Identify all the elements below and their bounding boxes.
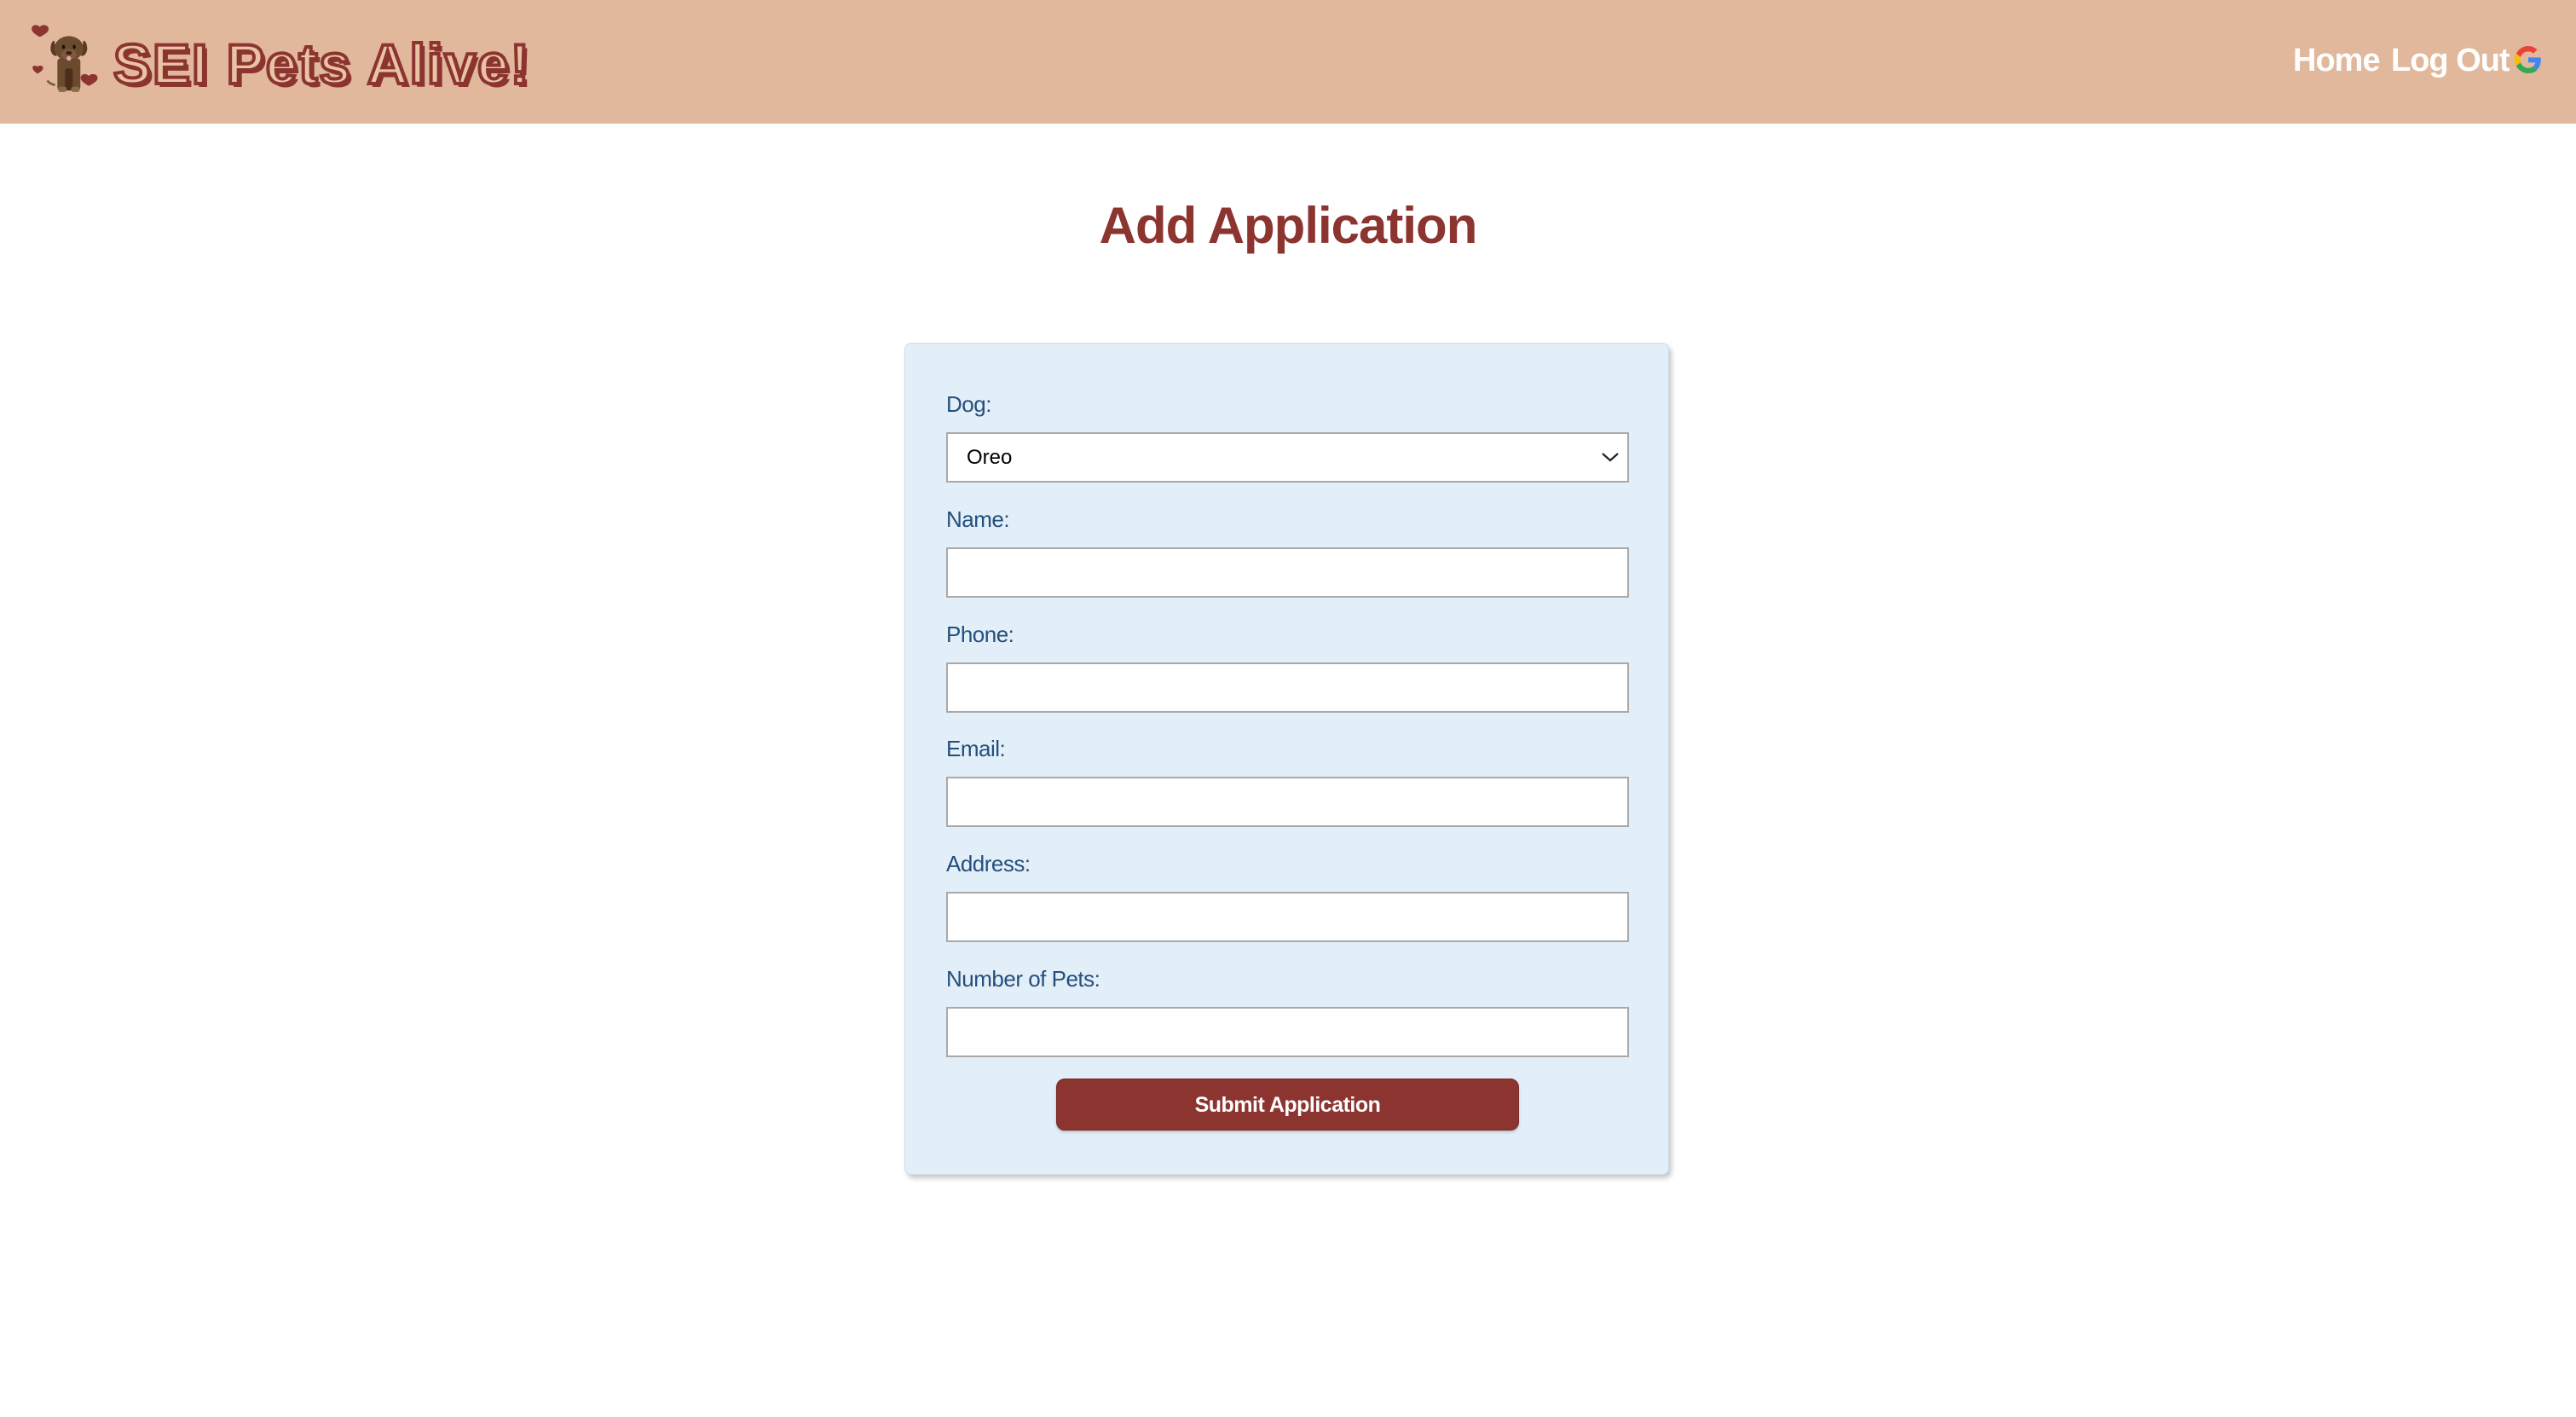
- chevron-down-icon: [1602, 453, 1619, 462]
- email-label: Email:: [946, 736, 1006, 761]
- number-of-pets-input[interactable]: [946, 1007, 1629, 1057]
- nav-home-link[interactable]: Home: [2293, 39, 2381, 82]
- address-input[interactable]: [946, 892, 1629, 942]
- dog-select-value: Oreo: [967, 446, 1013, 469]
- email-input[interactable]: [946, 777, 1629, 827]
- name-input[interactable]: [946, 547, 1629, 598]
- phone-label: Phone:: [946, 622, 1014, 647]
- dog-select[interactable]: Oreo: [946, 432, 1629, 483]
- application-form: Dog: Oreo Name: Phone: Email: Address: N…: [904, 343, 1669, 1175]
- phone-input[interactable]: [946, 662, 1629, 713]
- brand-title[interactable]: SEI Pets Alive!: [112, 26, 531, 102]
- google-icon[interactable]: [2515, 46, 2542, 73]
- address-label: Address:: [946, 851, 1031, 876]
- submit-application-button[interactable]: Submit Application: [1056, 1079, 1519, 1131]
- navbar: SEI Pets Alive! Home Log Out: [0, 0, 2576, 124]
- page-title: Add Application: [1099, 197, 1478, 254]
- number-of-pets-label: Number of Pets:: [946, 966, 1100, 992]
- dog-with-hearts-icon[interactable]: [29, 24, 106, 99]
- dog-label: Dog:: [946, 391, 991, 417]
- name-label: Name:: [946, 506, 1010, 532]
- nav-logout-link[interactable]: Log Out: [2391, 39, 2510, 82]
